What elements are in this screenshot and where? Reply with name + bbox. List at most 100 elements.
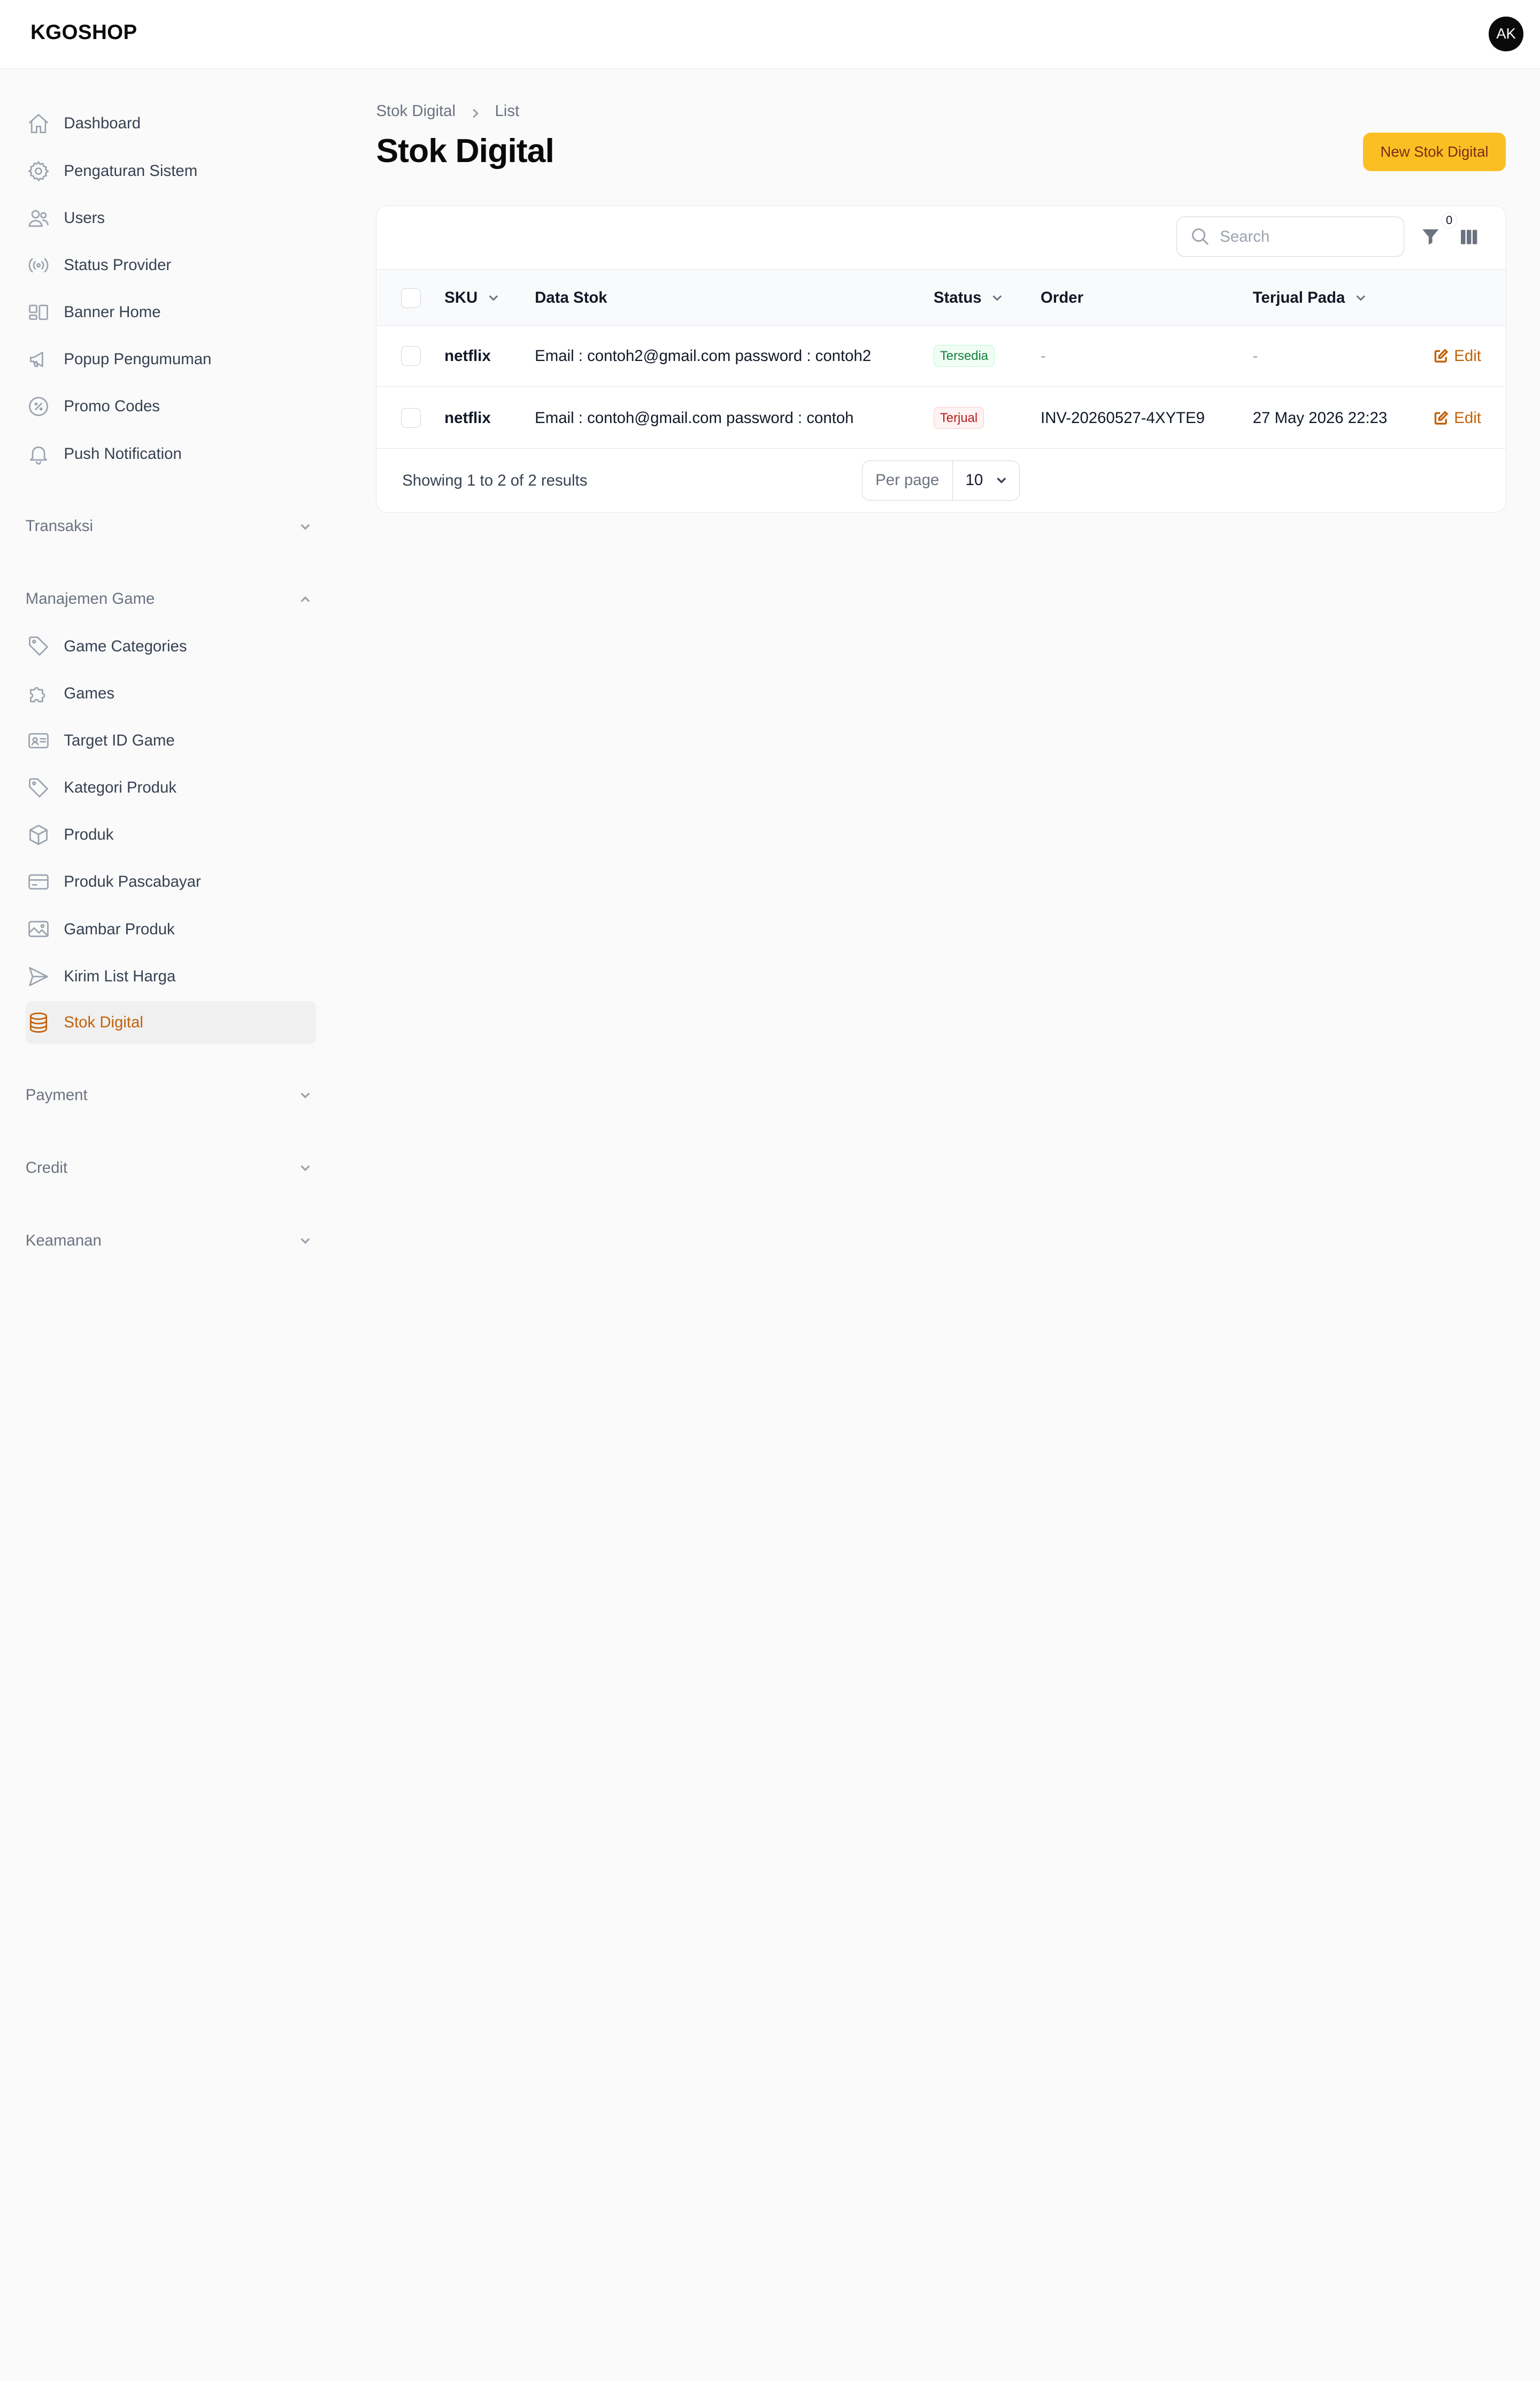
gear-icon — [26, 158, 51, 184]
sidebar-item-label: Promo Codes — [64, 397, 160, 416]
sidebar-item-label: Game Categories — [64, 637, 187, 655]
edit-link[interactable]: Edit — [1434, 326, 1481, 387]
cell-sku: netflix — [444, 347, 491, 365]
group-transaksi[interactable]: Transaksi — [26, 512, 317, 541]
sidebar-item-label: Users — [64, 209, 105, 227]
sidebar-item-label: Stok Digital — [64, 1013, 143, 1031]
top-bar: KGOSHOP AK — [0, 0, 1540, 69]
tag-icon — [26, 634, 51, 659]
group-credit[interactable]: Credit — [26, 1153, 317, 1182]
sidebar-item-dashboard[interactable]: Dashboard — [26, 102, 317, 145]
new-stok-digital-button[interactable]: New Stok Digital — [1363, 132, 1506, 171]
table-row: netflix Email : contoh2@gmail.com passwo… — [376, 326, 1506, 387]
group-label: Manajemen Game — [25, 590, 155, 608]
sort-chevron-icon — [489, 295, 498, 301]
cell-data-stok: Email : contoh@gmail.com password : cont… — [535, 409, 854, 427]
sidebar-item-label: Kirim List Harga — [64, 967, 176, 985]
search-placeholder: Search — [1220, 227, 1270, 245]
search-input[interactable]: Search — [1176, 217, 1404, 257]
sidebar-item-banner-home[interactable]: Banner Home — [26, 291, 317, 334]
sidebar-item-produk[interactable]: Produk — [26, 813, 317, 857]
search-icon — [1192, 228, 1209, 245]
cube-icon — [26, 822, 51, 848]
column-label: Status — [933, 288, 982, 306]
group-payment[interactable]: Payment — [26, 1080, 317, 1110]
sidebar-item-label: Gambar Produk — [64, 920, 175, 938]
chevron-down-icon — [997, 478, 1006, 484]
sidebar-item-popup-pengumuman[interactable]: Popup Pengumuman — [26, 338, 317, 381]
per-page-value[interactable]: 10 — [953, 461, 1020, 500]
filter-button[interactable] — [1420, 226, 1443, 249]
sidebar-item-kategori-produk[interactable]: Kategori Produk — [26, 766, 317, 810]
edit-label: Edit — [1454, 347, 1481, 365]
sidebar-item-label: Banner Home — [64, 303, 161, 321]
chevron-up-icon — [301, 596, 310, 602]
cell-order: - — [1041, 347, 1046, 365]
per-page-select[interactable]: Per page 10 — [861, 460, 1020, 501]
sidebar-item-games[interactable]: Games — [26, 672, 317, 715]
cell-order: INV-20260527-4XYTE9 — [1041, 409, 1205, 427]
breadcrumb-item[interactable]: Stok Digital — [376, 102, 456, 120]
chevron-down-icon — [301, 1165, 310, 1171]
sidebar-item-label: Produk — [64, 826, 114, 844]
sidebar-item-promo-codes[interactable]: Promo Codes — [26, 385, 317, 428]
column-label: Terjual Pada — [1252, 288, 1345, 306]
sidebar-item-game-categories[interactable]: Game Categories — [26, 625, 317, 668]
sidebar-item-kirim-list-harga[interactable]: Kirim List Harga — [26, 955, 317, 998]
column-header-terjual-pada[interactable]: Terjual Pada — [1253, 270, 1368, 326]
column-header-data-stok: Data Stok — [535, 270, 607, 326]
id-card-icon — [26, 728, 51, 754]
brand-logo[interactable]: KGOSHOP — [30, 21, 137, 44]
page-title: Stok Digital — [376, 132, 554, 170]
group-label: Transaksi — [25, 517, 93, 535]
sidebar-item-status-provider[interactable]: Status Provider — [26, 243, 317, 287]
chevron-down-icon — [301, 1093, 310, 1099]
group-keamanan[interactable]: Keamanan — [26, 1226, 317, 1255]
sidebar-item-users[interactable]: Users — [26, 196, 317, 240]
sidebar-item-target-id-game[interactable]: Target ID Game — [26, 719, 317, 762]
sidebar-item-gambar-produk[interactable]: Gambar Produk — [26, 908, 317, 951]
table-row: netflix Email : contoh@gmail.com passwor… — [376, 388, 1506, 449]
edit-icon — [1434, 349, 1449, 363]
toggle-columns-button[interactable] — [1458, 226, 1482, 248]
column-label: Order — [1041, 288, 1084, 306]
table-header: SKU Data Stok Status Order Terjual Pada — [376, 270, 1506, 326]
column-label: Data Stok — [535, 288, 607, 306]
chevron-right-icon — [469, 105, 481, 118]
sidebar-item-label: Kategori Produk — [64, 779, 177, 797]
users-icon — [26, 205, 51, 231]
paper-plane-icon — [26, 964, 51, 989]
chevron-down-icon — [301, 1238, 310, 1244]
sidebar-item-pengaturan-sistem[interactable]: Pengaturan Sistem — [26, 149, 317, 193]
percent-badge-icon — [26, 394, 51, 420]
cell-terjual-pada: - — [1252, 347, 1258, 365]
tag-icon — [26, 775, 51, 801]
results-summary: Showing 1 to 2 of 2 results — [402, 472, 588, 490]
row-checkbox[interactable] — [401, 346, 421, 366]
sidebar: Dashboard Pengaturan Sistem Users Status… — [0, 69, 334, 1297]
cell-data-stok: Email : contoh2@gmail.com password : con… — [535, 347, 872, 365]
group-label: Keamanan — [25, 1231, 102, 1249]
table-card: Search 0 SKU Data Stok Status Order Terj… — [376, 205, 1507, 513]
sidebar-item-push-notification[interactable]: Push Notification — [26, 432, 317, 475]
group-manajemen-game[interactable]: Manajemen Game — [26, 585, 317, 614]
bell-icon — [26, 441, 51, 467]
credit-card-icon — [26, 869, 51, 895]
home-icon — [26, 111, 51, 137]
breadcrumb: Stok Digital List — [376, 102, 519, 120]
column-header-sku[interactable]: SKU — [444, 270, 500, 326]
column-header-status[interactable]: Status — [934, 270, 1004, 326]
per-page-current: 10 — [965, 471, 983, 489]
sidebar-item-label: Produk Pascabayar — [64, 873, 201, 891]
select-all-checkbox[interactable] — [401, 288, 421, 308]
sidebar-item-produk-pascabayar[interactable]: Produk Pascabayar — [26, 861, 317, 904]
puzzle-icon — [26, 681, 51, 706]
breadcrumb-item: List — [495, 102, 520, 120]
database-icon — [26, 1010, 51, 1035]
columns-icon — [1460, 230, 1477, 245]
edit-link[interactable]: Edit — [1434, 388, 1481, 449]
group-label: Payment — [25, 1086, 88, 1104]
sidebar-item-stok-digital[interactable]: Stok Digital — [25, 1001, 317, 1044]
user-avatar[interactable]: AK — [1489, 17, 1523, 51]
row-checkbox[interactable] — [401, 408, 421, 428]
